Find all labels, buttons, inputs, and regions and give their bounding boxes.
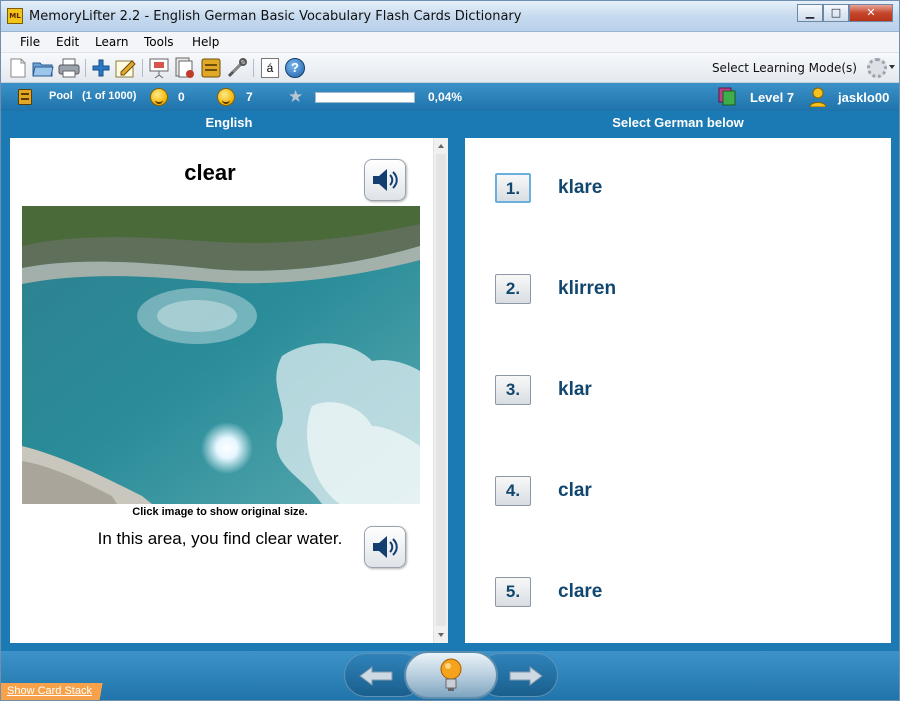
answer-number-button[interactable]: 3. <box>495 375 531 405</box>
learning-mode-label[interactable]: Select Learning Mode(s) <box>712 61 857 75</box>
toolbar: á ? Select Learning Mode(s) <box>1 53 899 83</box>
pool-box-icon <box>18 89 32 105</box>
open-icon[interactable] <box>32 57 54 79</box>
learning-status-bar: Pool (1 of 1000) 0 7 ★ 0,04% Level 7 jas… <box>1 83 899 111</box>
show-card-stack-link[interactable]: Show Card Stack <box>1 683 125 700</box>
answer-text[interactable]: klar <box>558 379 592 401</box>
toolbar-separator <box>85 59 86 77</box>
edit-icon[interactable] <box>115 57 137 79</box>
answer-panel: 1. klare 2. klirren 3. klar 4. clar 5. c… <box>465 138 891 643</box>
gear-icon[interactable] <box>867 58 887 78</box>
user-icon <box>809 87 827 107</box>
pool-label: Pool <box>49 90 73 102</box>
answer-number-button[interactable]: 4. <box>495 476 531 506</box>
maximize-button[interactable]: □ <box>823 4 849 22</box>
play-example-audio-button[interactable] <box>364 526 406 568</box>
question-scrollbar[interactable] <box>433 138 448 643</box>
play-word-audio-button[interactable] <box>364 159 406 201</box>
right-answers-icon <box>150 88 168 106</box>
add-icon[interactable] <box>90 57 112 79</box>
wrong-answers-icon <box>217 88 235 106</box>
menu-help[interactable]: Help <box>192 35 219 49</box>
answer-text[interactable]: clare <box>558 581 602 603</box>
wrong-count: 7 <box>246 90 253 104</box>
window-controls: ▁ □ ✕ <box>797 4 893 22</box>
scroll-down-icon[interactable] <box>438 633 444 637</box>
progress-percent: 0,04% <box>428 90 463 104</box>
hint-button[interactable] <box>404 651 498 699</box>
app-window: ML MemoryLifter 2.2 - English German Bas… <box>0 0 900 701</box>
question-word: clear <box>184 160 236 185</box>
box-icon[interactable] <box>200 57 222 79</box>
arrow-right-icon <box>509 666 543 686</box>
speaker-icon <box>373 169 398 191</box>
character-map-icon[interactable]: á <box>259 57 281 79</box>
menu-edit[interactable]: Edit <box>56 35 79 49</box>
card-content-area: English Select German below clear Click … <box>1 111 899 651</box>
toolbar-separator <box>142 59 143 77</box>
level-icon <box>718 87 736 106</box>
right-count: 0 <box>178 90 185 104</box>
star-icon: ★ <box>288 87 304 106</box>
close-button[interactable]: ✕ <box>849 4 893 22</box>
question-column-header: English <box>205 115 253 130</box>
answer-text[interactable]: clar <box>558 480 592 502</box>
pool-count: (1 of 1000) <box>82 90 137 102</box>
slideshow-icon[interactable] <box>148 57 170 79</box>
level-label: Level 7 <box>750 90 795 105</box>
menu-tools[interactable]: Tools <box>144 35 174 49</box>
chevron-down-icon[interactable] <box>889 65 895 69</box>
score-progress-bar <box>315 92 415 103</box>
navigation-bar: Show Card Stack <box>1 651 899 700</box>
menu-learn[interactable]: Learn <box>95 35 129 49</box>
minimize-button[interactable]: ▁ <box>797 4 823 22</box>
card-navigation <box>344 651 558 699</box>
window-title: MemoryLifter 2.2 - English German Basic … <box>29 9 522 24</box>
answer-text[interactable]: klirren <box>558 278 616 300</box>
question-panel: clear Click image to show original size.… <box>10 138 448 643</box>
answer-option[interactable]: 5. clare <box>495 577 602 607</box>
lightbulb-icon <box>440 658 462 691</box>
answer-number-button[interactable]: 1. <box>495 173 531 203</box>
answer-option[interactable]: 3. klar <box>495 375 592 405</box>
menu-file[interactable]: File <box>20 35 40 49</box>
user-name[interactable]: jasklo00 <box>838 90 889 105</box>
app-logo-icon: ML <box>7 8 23 24</box>
answer-number-button[interactable]: 5. <box>495 577 531 607</box>
arrow-left-icon <box>359 666 393 686</box>
settings-icon[interactable] <box>226 57 248 79</box>
toolbar-separator <box>253 59 254 77</box>
menu-bar: File Edit Learn Tools Help <box>1 32 899 53</box>
help-icon[interactable]: ? <box>284 57 306 79</box>
card-image[interactable] <box>22 206 420 504</box>
speaker-icon <box>373 536 398 558</box>
new-icon[interactable] <box>7 57 29 79</box>
lake-photo <box>22 206 420 504</box>
example-sentence: In this area, you find clear water. <box>97 529 343 548</box>
answer-column-header: Select German below <box>612 115 744 130</box>
answer-option[interactable]: 1. klare <box>495 173 602 203</box>
answer-text[interactable]: klare <box>558 177 602 199</box>
statistics-icon[interactable] <box>174 57 196 79</box>
answer-number-button[interactable]: 2. <box>495 274 531 304</box>
scroll-up-icon[interactable] <box>438 144 444 148</box>
answer-option[interactable]: 2. klirren <box>495 274 616 304</box>
answer-option[interactable]: 4. clar <box>495 476 592 506</box>
scroll-thumb[interactable] <box>436 154 446 626</box>
image-caption: Click image to show original size. <box>132 506 308 518</box>
print-icon[interactable] <box>58 57 80 79</box>
title-bar: ML MemoryLifter 2.2 - English German Bas… <box>1 1 899 32</box>
